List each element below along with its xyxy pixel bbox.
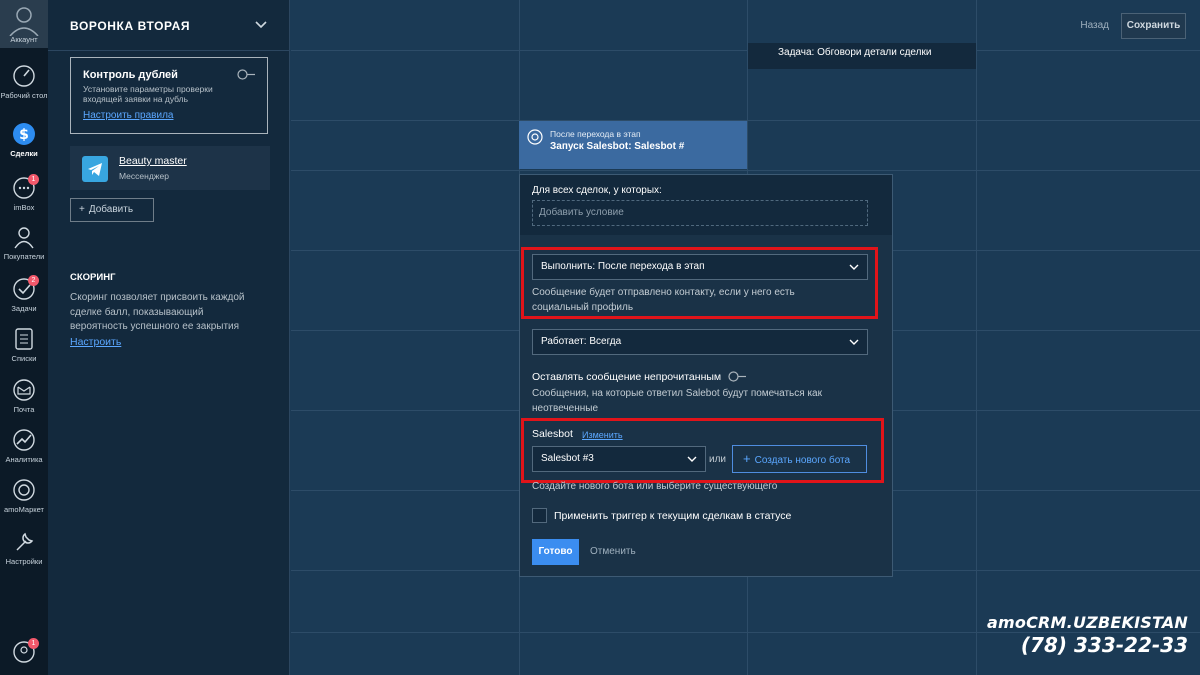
rail-item-analytics[interactable]: Аналитика — [0, 428, 48, 464]
rail-label: amoМаркет — [4, 505, 44, 514]
grid-line — [291, 170, 1200, 171]
rail-item-customers[interactable]: Покупатели — [0, 225, 48, 261]
source-item[interactable]: Beauty master Мессенджер — [70, 146, 270, 190]
account-avatar[interactable]: Аккаунт — [0, 0, 48, 48]
rail-item-deals[interactable]: $ Сделки — [0, 122, 48, 158]
duplicates-panel: Контроль дублей Установите параметры про… — [70, 57, 268, 134]
apply-label: Применить триггер к текущим сделкам в ст… — [554, 510, 792, 522]
duplicates-desc: Установите параметры проверки входящей з… — [83, 84, 213, 104]
analytics-icon — [13, 429, 35, 451]
rail-label: Почта — [13, 405, 35, 414]
pipeline-grid: Назад Сохранить Задача: Обговори детали … — [291, 0, 1200, 675]
rail-item-tasks[interactable]: 2 Задачи — [0, 275, 48, 313]
svg-text:$: $ — [19, 127, 29, 143]
highlight-frame — [521, 418, 884, 483]
customers-icon — [14, 227, 34, 249]
rail-item-market[interactable]: amoМаркет — [0, 478, 48, 514]
watermark: amoCRM.UZBEKISTAN (78) 333-22-33 — [987, 613, 1188, 657]
rail-label: Сделки — [10, 149, 38, 158]
user-icon — [9, 7, 39, 36]
scoring-configure-link[interactable]: Настроить — [70, 336, 121, 348]
rail-item-imbox[interactable]: 1 imBox — [0, 174, 48, 212]
unread-hint: Сообщения, на которые ответил Salebot бу… — [532, 388, 822, 414]
task-card[interactable]: Задача: Обговори детали сделки — [748, 43, 976, 69]
account-label: Аккаунт — [10, 35, 38, 44]
telegram-icon — [82, 156, 108, 182]
help-badge: 1 — [28, 638, 39, 649]
rail-item-settings[interactable]: Настройки — [0, 530, 48, 566]
tasks-badge: 2 — [28, 275, 39, 286]
add-label: Добавить — [88, 204, 134, 215]
unread-toggle[interactable] — [728, 371, 747, 382]
settings-icon — [16, 532, 34, 551]
scoring-title: СКОРИНГ — [70, 272, 116, 283]
imbox-badge: 1 — [28, 174, 39, 185]
watermark-logo: amoCRM.UZBEKISTAN — [987, 613, 1188, 632]
unread-label: Оставлять сообщение непрочитанным — [532, 371, 722, 383]
works-value: Работает: Всегда — [541, 336, 622, 347]
grid-line — [976, 0, 977, 675]
conditions-section: Для всех сделок, у которых: Добавить усл… — [520, 175, 892, 235]
configure-rules-link[interactable]: Настроить правила — [83, 110, 173, 121]
source-name[interactable]: Beauty master — [119, 155, 187, 167]
pipeline-title[interactable]: ВОРОНКА ВТОРАЯ — [70, 19, 190, 33]
rail-label: Задачи — [11, 304, 37, 313]
cancel-button[interactable]: Отменить — [590, 546, 636, 557]
rail-item-lists[interactable]: Списки — [0, 327, 48, 363]
market-icon — [13, 479, 35, 501]
speedometer-icon — [13, 65, 35, 87]
robot-icon — [527, 129, 543, 145]
duplicates-title: Контроль дублей — [83, 69, 178, 81]
task-text: Задача: Обговори детали сделки — [778, 47, 932, 58]
duplicates-toggle[interactable] — [237, 69, 256, 80]
highlight-frame — [521, 247, 878, 319]
rail-item-dashboard[interactable]: Рабочий стол — [0, 64, 48, 100]
deals-icon: $ — [13, 123, 35, 145]
rail-label: imBox — [13, 203, 35, 212]
mail-icon — [13, 379, 35, 401]
watermark-phone: (78) 333-22-33 — [1020, 633, 1188, 657]
pipeline-sidebar: ВОРОНКА ВТОРАЯ Контроль дублей Установит… — [48, 0, 290, 675]
rail-item-help[interactable]: 1 — [0, 638, 48, 667]
save-button[interactable]: Сохранить — [1121, 13, 1186, 39]
rail-label: Рабочий стол — [0, 91, 48, 100]
trigger-event: После перехода в этап — [550, 129, 641, 139]
scoring-desc: Скоринг позволяет присвоить каждой сделк… — [70, 292, 245, 332]
source-type: Мессенджер — [119, 171, 169, 181]
chevron-down-icon[interactable] — [254, 18, 268, 32]
bot-hint: Создайте нового бота или выберите сущест… — [532, 481, 778, 492]
rail-label: Списки — [11, 354, 37, 363]
nav-rail: Аккаунт Рабочий стол $ Сделки 1 imBox По… — [0, 0, 48, 675]
apply-checkbox[interactable] — [532, 508, 547, 523]
rail-label: Покупатели — [3, 252, 45, 261]
trigger-title: Запуск Salesbot: Salesbot # — [550, 141, 685, 152]
divider — [48, 50, 290, 51]
add-condition-input[interactable]: Добавить условие — [532, 200, 868, 226]
back-button[interactable]: Назад — [1080, 20, 1109, 31]
chevron-down-icon — [849, 339, 859, 345]
grid-line — [291, 50, 1200, 51]
trigger-settings-popup: Для всех сделок, у которых: Добавить усл… — [519, 174, 893, 577]
done-button[interactable]: Готово — [532, 539, 579, 565]
works-select[interactable]: Работает: Всегда — [532, 329, 868, 355]
rail-item-mail[interactable]: Почта — [0, 378, 48, 414]
rail-label: Аналитика — [5, 455, 43, 464]
conditions-label: Для всех сделок, у которых: — [532, 185, 662, 196]
salesbot-trigger-card[interactable]: После перехода в этап Запуск Salesbot: S… — [519, 121, 747, 169]
add-source-button[interactable]: + Добавить — [70, 198, 154, 222]
lists-icon — [15, 328, 33, 350]
rail-label: Настройки — [5, 557, 43, 566]
plus-icon: + — [79, 204, 85, 215]
